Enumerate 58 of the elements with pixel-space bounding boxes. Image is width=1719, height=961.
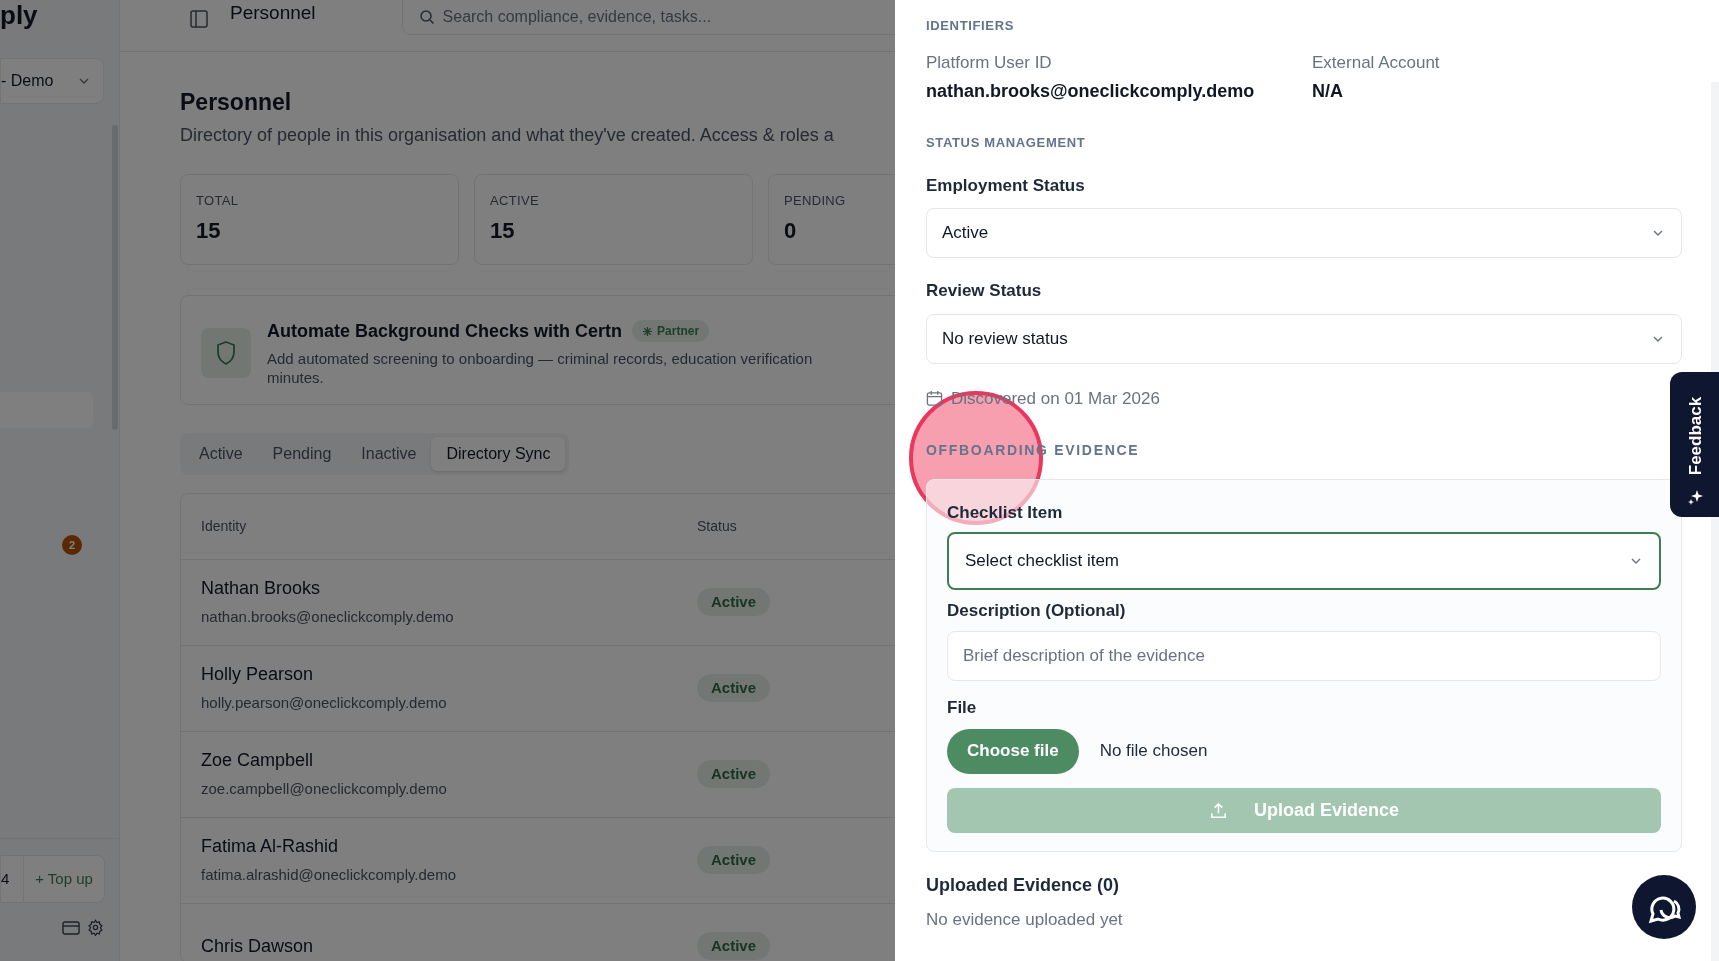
person-email: zoe.campbell@oneclickcomply.demo (201, 779, 447, 800)
field-label: External Account (1312, 51, 1440, 74)
top-up-button[interactable]: + Top up (23, 856, 104, 902)
tab[interactable]: Pending (257, 436, 347, 471)
person-name: Nathan Brooks (201, 577, 321, 601)
feedback-tab[interactable]: Feedback (1670, 372, 1719, 517)
person-email: nathan.brooks@oneclickcomply.demo (201, 607, 454, 628)
promo-description: Add automated screening to onboarding — criminal records, education verification minutes. (267, 348, 813, 387)
header-title: Personnel (230, 1, 316, 26)
credit-count: 4 (1, 868, 11, 889)
uploaded-heading: Uploaded Evidence (0) (926, 873, 1120, 897)
description-field[interactable]: Brief description of the evidence (947, 631, 1661, 681)
field-label: Review Status (926, 280, 1042, 302)
tab[interactable]: Inactive (346, 436, 432, 471)
brand-name: ply (0, 0, 38, 30)
stat-value: 15 (490, 217, 515, 245)
section-heading: IDENTIFIERS (926, 17, 1016, 35)
person-name: Holly Pearson (201, 663, 314, 687)
person-email: fatima.alrashid@oneclickcomply.demo (201, 865, 457, 886)
status-select[interactable]: No review status (926, 313, 1682, 364)
field-label: Platform User ID (926, 51, 1052, 74)
status-tag: Active (697, 845, 771, 875)
person-email: holly.pearson@oneclickcomply.demo (201, 693, 447, 714)
tab[interactable]: Directory Sync (431, 436, 566, 471)
stat-value: 15 (196, 217, 221, 245)
page-description: Directory of people in this organisation and what they've created. Access & roles a (180, 123, 834, 147)
status-select[interactable]: Active (926, 208, 1682, 258)
page-title: Personnel (180, 88, 292, 117)
status-tag: Active (697, 759, 771, 789)
checklist-select[interactable]: Select checklist item (947, 531, 1661, 590)
tab[interactable]: Active (184, 436, 258, 471)
field-label: File (947, 697, 977, 719)
partner-badge: Partner (632, 320, 710, 342)
section-heading: STATUS MANAGEMENT (926, 134, 1087, 152)
stat-value: 0 (784, 217, 797, 245)
discovered-date: Discovered on 01 Mar 2026 (951, 387, 1160, 410)
status-tag: Active (697, 587, 771, 617)
empty-message: No evidence uploaded yet (926, 908, 1123, 931)
file-status: No file chosen (1099, 740, 1208, 763)
promo-title: Automate Background Checks with Certn (267, 319, 623, 343)
notification-badge: 2 (62, 535, 82, 555)
field-label: Description (Optional) (947, 599, 1126, 622)
status-tag: Active (697, 673, 771, 703)
field-label: Employment Status (926, 174, 1085, 197)
person-name: Fatima Al-Rashid (201, 835, 339, 859)
stat-label: TOTAL (196, 191, 239, 210)
field-value: nathan.brooks@oneclickcomply.demo (926, 80, 1255, 103)
field-value: N/A (1312, 80, 1343, 103)
choose-file-button[interactable]: Choose file (947, 728, 1079, 774)
field-label: Checklist Item (947, 502, 1063, 524)
person-name: Zoe Campbell (201, 749, 314, 773)
column-header: Identity (201, 516, 248, 536)
workspace-select[interactable]: - Demo (0, 58, 104, 104)
stat-label: PENDING (784, 191, 846, 210)
status-tag: Active (697, 931, 771, 961)
person-name: Chris Dawson (201, 934, 314, 958)
stat-label: ACTIVE (490, 191, 539, 210)
column-header: Status (697, 516, 737, 536)
